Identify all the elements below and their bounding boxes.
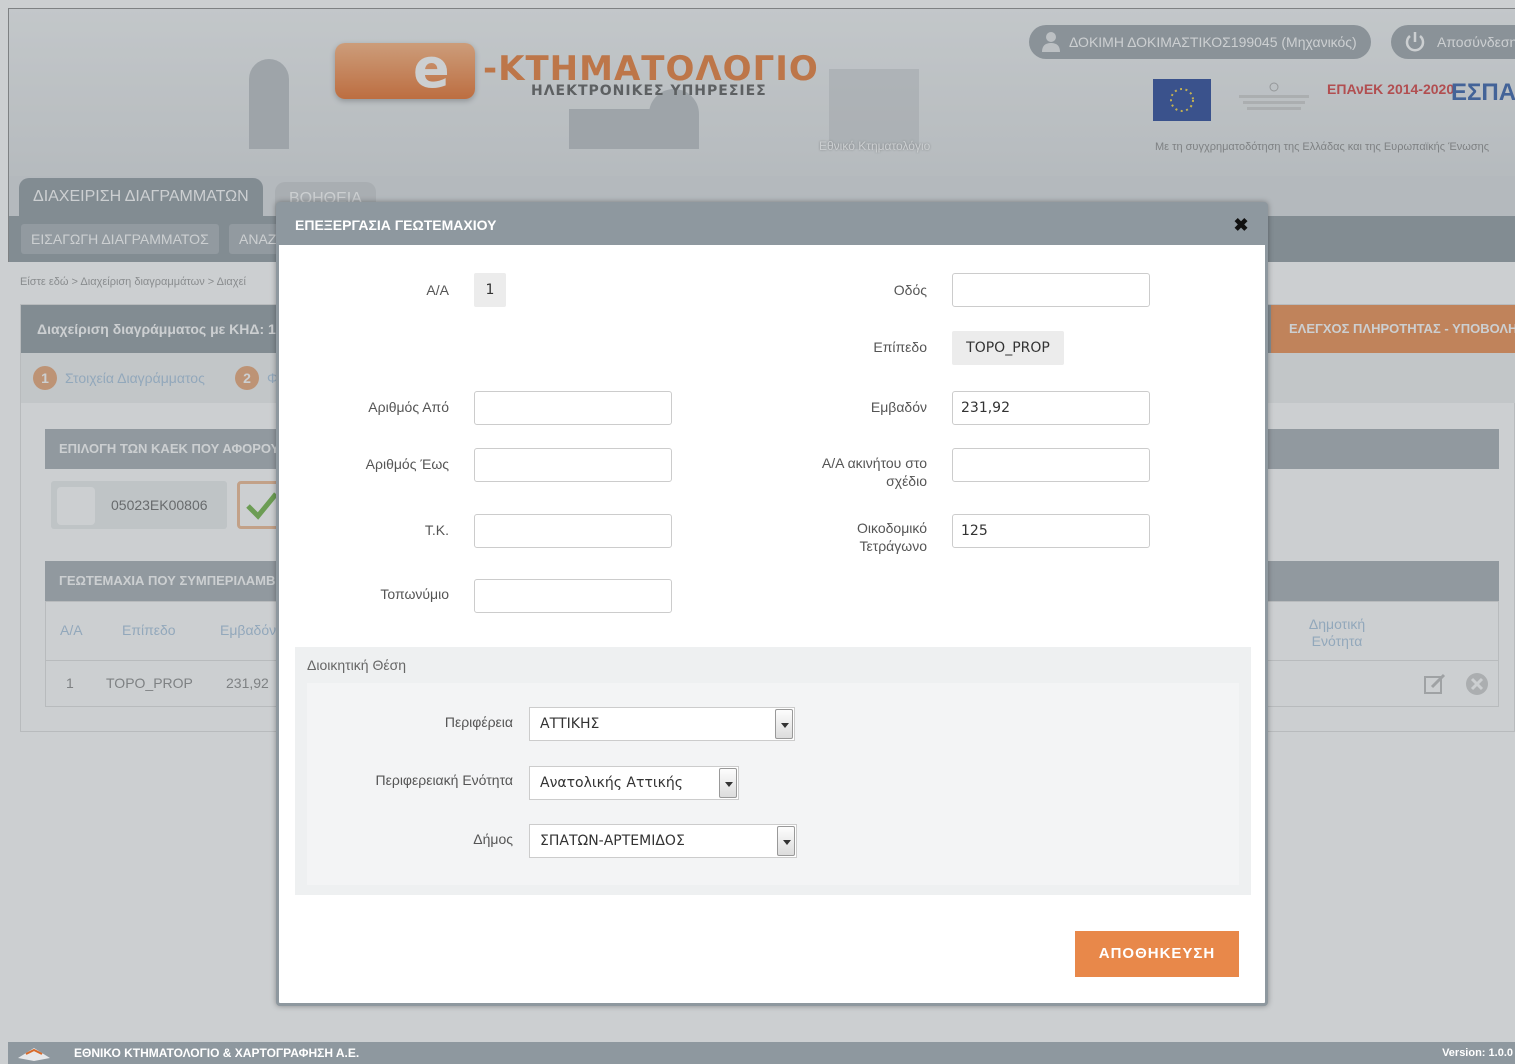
area-input[interactable] [952,391,1150,425]
region-value: ΑΤΤΙΚΗΣ [540,716,600,732]
property-aa-label: Α/Α ακινήτου στο σχέδιο [821,455,927,489]
postal-code-input[interactable] [474,514,672,548]
place-name-input[interactable] [474,579,672,613]
block-input[interactable] [952,514,1150,548]
number-to-input[interactable] [474,448,672,482]
level-value: TOPO_PROP [952,331,1064,365]
footer-version: Version: 1.0.0 [1442,1047,1513,1059]
administrative-section: Διοικητική Θέση Περιφέρεια ΑΤΤΙΚΗΣ Περιφ… [295,647,1251,895]
dialog-title: ΕΠΕΞΕΡΓΑΣΙΑ ΓΕΩΤΕΜΑΧΙΟΥ [279,205,1265,245]
region-label: Περιφέρεια [444,714,513,730]
number-from-label: Αριθμός Από [368,399,449,415]
area-label: Εμβαδόν [870,399,927,415]
close-icon[interactable]: ✖ [1231,215,1251,235]
region-select[interactable]: ΑΤΤΙΚΗΣ [529,707,795,741]
regional-unit-value: Ανατολικής Αττικής [540,775,683,791]
number-from-input[interactable] [474,391,672,425]
chevron-down-icon[interactable] [719,768,737,798]
street-input[interactable] [952,273,1150,307]
block-label: Οικοδομικό Τετράγωνο [857,520,927,554]
administrative-fields: Περιφέρεια ΑΤΤΙΚΗΣ Περιφερειακή Ενότητα … [307,683,1239,885]
cadastre-logo-icon [18,1048,50,1061]
municipality-select[interactable]: ΣΠΑΤΩΝ-ΑΡΤΕΜΙΔΟΣ [529,824,797,858]
aa-label: Α/Α [426,282,449,298]
property-aa-input[interactable] [952,448,1150,482]
chevron-down-icon[interactable] [775,709,793,739]
footer-company: ΕΘΝΙΚΟ ΚΤΗΜΑΤΟΛΟΓΙΟ & ΧΑΡΤΟΓΡΑΦΗΣΗ Α.Ε. [74,1046,360,1060]
number-to-label: Αριθμός Έως [365,456,449,472]
regional-unit-label: Περιφερειακή Ενότητα [375,772,514,788]
aa-value: 1 [474,273,506,307]
chevron-down-icon[interactable] [777,826,795,856]
administrative-section-title: Διοικητική Θέση [307,657,407,673]
regional-unit-select[interactable]: Ανατολικής Αττικής [529,766,739,800]
municipality-label: Δήμος [473,831,513,847]
municipality-value: ΣΠΑΤΩΝ-ΑΡΤΕΜΙΔΟΣ [540,833,685,849]
street-label: Οδός [893,282,927,298]
edit-parcel-dialog: ΕΠΕΞΕΡΓΑΣΙΑ ΓΕΩΤΕΜΑΧΙΟΥ ✖ Α/Α 1 Αριθμός … [276,202,1268,1006]
postal-code-label: Τ.Κ. [424,522,449,538]
level-label: Επίπεδο [873,339,927,355]
save-button[interactable]: ΑΠΟΘΗΚΕΥΣΗ [1075,931,1239,977]
place-name-label: Τοπωνύμιο [380,586,449,602]
site-footer: ΕΘΝΙΚΟ ΚΤΗΜΑΤΟΛΟΓΙΟ & ΧΑΡΤΟΓΡΑΦΗΣΗ Α.Ε. … [8,1042,1515,1064]
